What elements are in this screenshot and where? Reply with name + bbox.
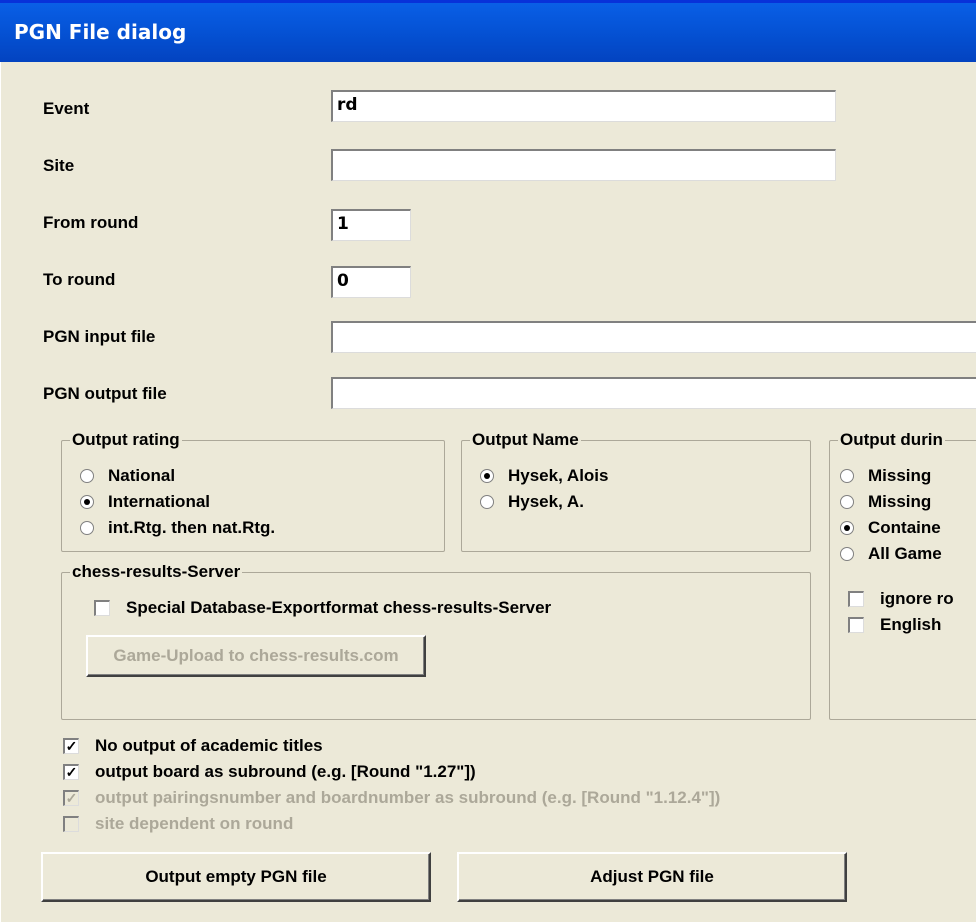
output-rating-group: Output rating National International int… [61, 430, 445, 552]
english-label: English [880, 615, 942, 634]
board-subround-checkbox[interactable]: ✓ output board as subround (e.g. [Round … [63, 762, 476, 782]
checkbox-icon [848, 617, 864, 633]
name-full-radio[interactable]: Hysek, Alois [480, 466, 608, 486]
output-during-title: Output durin [838, 430, 945, 450]
ignore-round-checkbox[interactable]: ignore ro [848, 589, 954, 609]
no-academic-titles-label: No output of academic titles [95, 736, 323, 755]
pgn-output-field[interactable] [331, 377, 976, 409]
rating-international-label: International [108, 492, 211, 511]
to-round-label: To round [43, 270, 116, 289]
checkbox-icon [94, 600, 110, 616]
chess-results-group: chess-results-Server Special Database-Ex… [61, 562, 811, 720]
site-dependent-checkbox[interactable]: site dependent on round [63, 814, 293, 834]
rating-national-label: National [108, 466, 176, 485]
radio-button-selected-icon [80, 495, 94, 509]
name-short-radio[interactable]: Hysek, A. [480, 492, 584, 512]
game-upload-button[interactable]: Game-Upload to chess-results.com [86, 635, 426, 677]
checkbox-icon [848, 591, 864, 607]
site-dependent-label: site dependent on round [95, 814, 294, 833]
during-missing2-label: Missing [868, 492, 932, 511]
special-export-checkbox[interactable]: Special Database-Exportformat chess-resu… [94, 598, 551, 618]
pgn-input-field[interactable] [331, 321, 976, 353]
radio-button-icon [80, 469, 94, 483]
site-input[interactable] [331, 149, 836, 181]
during-contained-label: Containe [868, 518, 941, 537]
output-name-group: Output Name Hysek, Alois Hysek, A. [461, 430, 811, 552]
output-rating-title: Output rating [70, 430, 182, 450]
rating-international-radio[interactable]: International [80, 492, 210, 512]
pgn-input-label: PGN input file [43, 327, 156, 346]
checkbox-disabled-icon [63, 816, 79, 832]
output-name-title: Output Name [470, 430, 581, 450]
during-allgames-label: All Game [868, 544, 942, 563]
radio-button-icon [840, 495, 854, 509]
name-short-label: Hysek, A. [508, 492, 584, 511]
english-checkbox[interactable]: English [848, 615, 941, 635]
rating-int-then-nat-label: int.Rtg. then nat.Rtg. [108, 518, 276, 537]
dialog-body: Event rd Site From round 1 To round 0 PG… [0, 62, 976, 922]
rating-int-then-nat-radio[interactable]: int.Rtg. then nat.Rtg. [80, 518, 275, 538]
name-full-label: Hysek, Alois [508, 466, 609, 485]
to-round-input[interactable]: 0 [331, 266, 411, 298]
title-bar[interactable]: PGN File dialog [0, 0, 976, 62]
output-during-group: Output durin Missing Missing Containe Al… [829, 430, 976, 720]
event-label: Event [43, 99, 90, 118]
from-round-input[interactable]: 1 [331, 209, 411, 241]
radio-button-selected-icon [840, 521, 854, 535]
board-subround-label: output board as subround (e.g. [Round "1… [95, 762, 476, 781]
radio-button-icon [840, 469, 854, 483]
during-missing1-radio[interactable]: Missing [840, 466, 931, 486]
pairing-board-subround-checkbox[interactable]: ✓ output pairingsnumber and boardnumber … [63, 788, 720, 808]
during-allgames-radio[interactable]: All Game [840, 544, 942, 564]
radio-button-selected-icon [480, 469, 494, 483]
event-input[interactable]: rd [331, 90, 836, 122]
checkbox-checked-icon: ✓ [63, 764, 79, 780]
during-missing1-label: Missing [868, 466, 932, 485]
chess-results-title: chess-results-Server [70, 562, 243, 582]
from-round-label: From round [43, 213, 139, 232]
window-title: PGN File dialog [14, 20, 187, 44]
pairing-board-subround-label: output pairingsnumber and boardnumber as… [95, 788, 721, 807]
pgn-output-label: PGN output file [43, 384, 167, 403]
radio-button-icon [480, 495, 494, 509]
ignore-round-label: ignore ro [880, 589, 954, 608]
checkbox-checked-icon: ✓ [63, 738, 79, 754]
no-academic-titles-checkbox[interactable]: ✓ No output of academic titles [63, 736, 323, 756]
checkbox-checked-disabled-icon: ✓ [63, 790, 79, 806]
during-missing2-radio[interactable]: Missing [840, 492, 931, 512]
special-export-label: Special Database-Exportformat chess-resu… [126, 598, 552, 617]
radio-button-icon [840, 547, 854, 561]
rating-national-radio[interactable]: National [80, 466, 175, 486]
site-label: Site [43, 156, 75, 175]
during-contained-radio[interactable]: Containe [840, 518, 941, 538]
adjust-pgn-button[interactable]: Adjust PGN file [457, 852, 847, 902]
output-empty-pgn-button[interactable]: Output empty PGN file [41, 852, 431, 902]
radio-button-icon [80, 521, 94, 535]
